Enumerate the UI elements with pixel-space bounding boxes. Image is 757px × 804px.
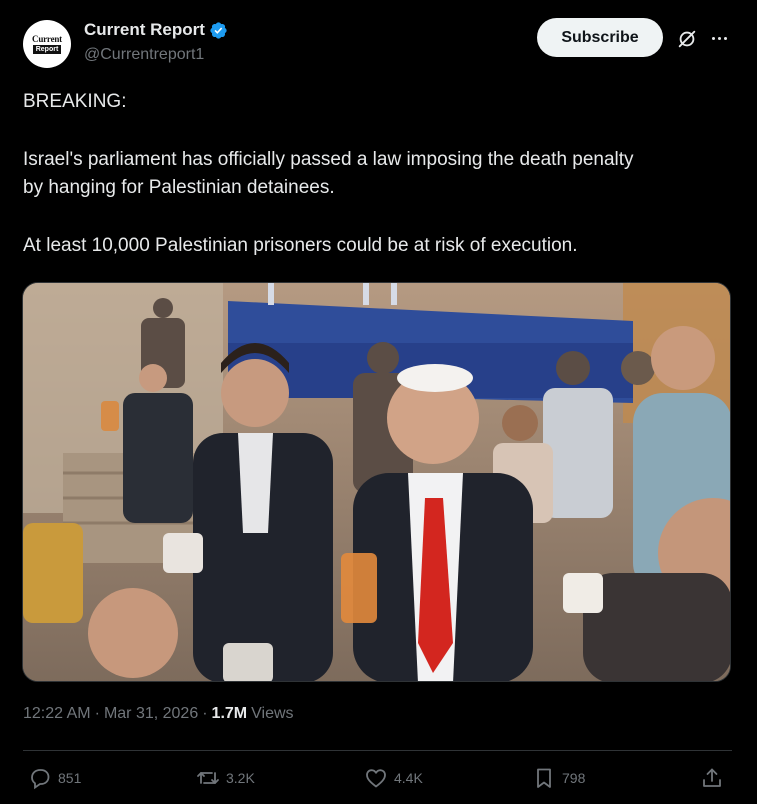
more-icon[interactable]	[707, 26, 731, 50]
display-name[interactable]: Current Report	[84, 20, 205, 40]
tweet-paragraph: At least 10,000 Palestinian prisoners co…	[23, 235, 578, 256]
avatar-line1: Current	[32, 33, 62, 44]
like-icon	[366, 769, 386, 788]
reply-button[interactable]: 851	[28, 766, 81, 790]
meta-separator: ·	[94, 705, 100, 722]
tweet-photo[interactable]	[22, 282, 731, 682]
bookmark-count: 798	[562, 770, 586, 786]
name-row: Current Report	[84, 20, 228, 40]
views-count: 1.7M	[211, 705, 248, 722]
like-count: 4.4K	[394, 770, 423, 786]
divider	[23, 750, 732, 751]
meta-separator: ·	[202, 705, 208, 722]
tweet-paragraph: Israel's parliament has officially passe…	[23, 149, 634, 198]
like-button[interactable]: 4.4K	[364, 766, 423, 790]
tweet-time[interactable]: 12:22 AM	[23, 705, 91, 723]
tweet-header: Current Report Current Report @Currentre…	[0, 0, 757, 80]
grok-icon[interactable]	[676, 28, 698, 50]
photo-illustration	[23, 283, 730, 681]
verified-badge-icon	[210, 21, 227, 39]
tweet-date[interactable]: Mar 31, 2026	[104, 705, 198, 723]
avatar[interactable]: Current Report	[23, 20, 71, 68]
subscribe-button[interactable]: Subscribe	[537, 18, 663, 57]
tweet-meta: 12:22 AM · Mar 31, 2026 · 1.7M Views	[23, 705, 294, 723]
reply-icon	[31, 769, 50, 790]
repost-icon	[197, 772, 219, 784]
avatar-line2: Report	[32, 44, 62, 54]
views-label: Views	[251, 705, 294, 722]
bookmark-button[interactable]: 798	[532, 766, 585, 790]
reply-count: 851	[58, 770, 82, 786]
tweet-paragraph: BREAKING:	[23, 91, 127, 112]
share-button[interactable]	[700, 766, 724, 790]
bookmark-icon	[537, 768, 551, 788]
share-icon	[703, 768, 721, 787]
handle[interactable]: @Currentreport1	[84, 46, 204, 64]
repost-button[interactable]: 3.2K	[196, 766, 255, 790]
tweet-text: BREAKING: Israel's parliament has offici…	[23, 88, 738, 260]
repost-count: 3.2K	[226, 770, 255, 786]
